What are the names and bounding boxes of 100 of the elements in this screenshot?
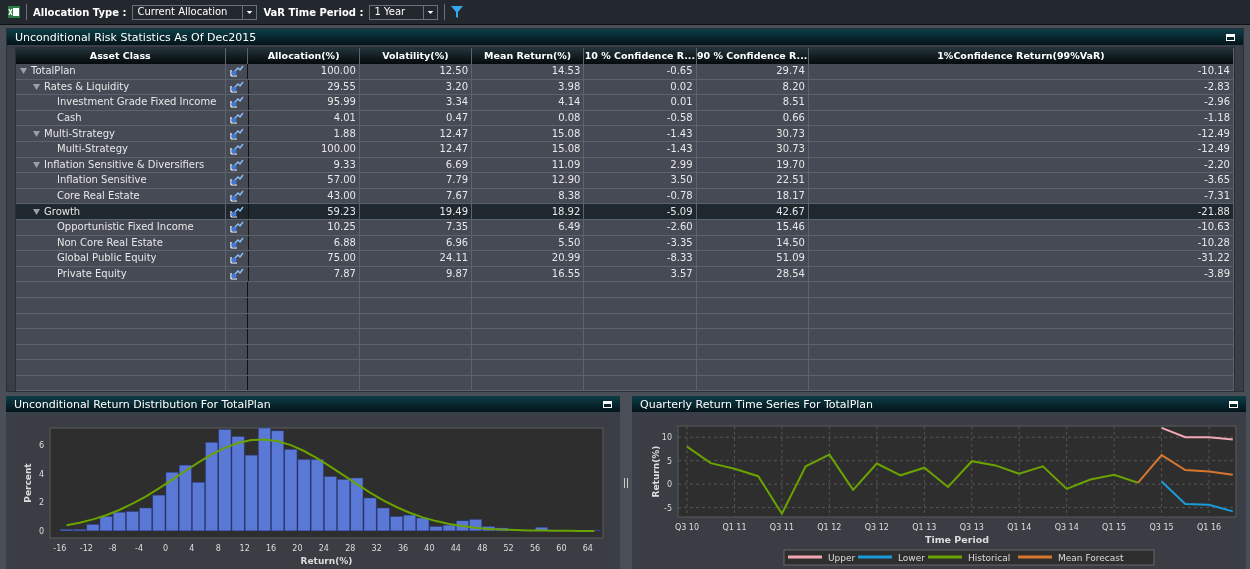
x-tick-label: 16 bbox=[265, 544, 277, 553]
asset-class-name: Core Real Estate bbox=[57, 191, 140, 202]
table-cell: -12.49 bbox=[1197, 128, 1230, 139]
table-cell: -2.96 bbox=[1204, 97, 1230, 108]
asset-class-name: Growth bbox=[44, 206, 81, 217]
legend-label: Historical bbox=[968, 553, 1011, 563]
y-axis-title: Return(%) bbox=[651, 445, 661, 498]
table-cell: 7.67 bbox=[445, 191, 469, 202]
x-tick-label: 0 bbox=[162, 544, 169, 553]
x-tick-label: 12 bbox=[239, 544, 250, 553]
table-cell: 8.20 bbox=[782, 81, 805, 92]
table-cell: 6.69 bbox=[445, 159, 469, 170]
table-cell: -2.83 bbox=[1204, 81, 1230, 92]
x-tick-label: 28 bbox=[345, 544, 356, 553]
allocation-type-label: Allocation Type : bbox=[33, 5, 127, 20]
asset-class-name: Multi-Strategy bbox=[57, 144, 128, 155]
table-cell: 3.34 bbox=[445, 97, 469, 108]
table-cell: -21.88 bbox=[1197, 206, 1230, 217]
table-cell: 0.02 bbox=[670, 81, 693, 92]
panel-title: Quarterly Return Time Series For TotalPlan bbox=[640, 398, 874, 410]
table-cell: 14.50 bbox=[776, 237, 805, 248]
table-cell: -10.28 bbox=[1197, 237, 1230, 248]
table-cell: 30.73 bbox=[776, 128, 805, 139]
x-tick-label: Q3 11 bbox=[769, 523, 794, 532]
asset-class-name: Private Equity bbox=[57, 269, 127, 279]
x-tick-label: 32 bbox=[371, 544, 382, 553]
table-cell: 6.96 bbox=[445, 237, 469, 248]
y-axis-title: Percent bbox=[23, 463, 33, 503]
table-cell: 7.35 bbox=[445, 222, 469, 233]
x-axis-title: Return(%) bbox=[300, 556, 353, 566]
table-cell: 9.87 bbox=[445, 269, 469, 279]
table-cell: 12.47 bbox=[439, 128, 469, 139]
table-cell: 100.00 bbox=[320, 144, 356, 155]
table-cell: 22.51 bbox=[776, 175, 805, 186]
x-tick-label: Q1 15 bbox=[1102, 523, 1127, 532]
table-cell: -1.18 bbox=[1204, 113, 1230, 124]
dropdown-value: Current Allocation bbox=[136, 7, 229, 17]
legend-item: Historical bbox=[928, 553, 1011, 563]
table-cell: -0.78 bbox=[666, 191, 693, 202]
table-cell: 12.90 bbox=[551, 175, 581, 186]
var-period-label: VaR Time Period : bbox=[263, 5, 364, 20]
x-tick-label: 48 bbox=[477, 544, 488, 553]
table-cell: 3.57 bbox=[670, 269, 693, 279]
table-cell: -1.43 bbox=[666, 128, 693, 139]
x-tick-label: Q3 10 bbox=[674, 523, 700, 532]
asset-class-name: Multi-Strategy bbox=[44, 128, 115, 139]
y-tick-label: 0 bbox=[666, 480, 672, 490]
x-tick-label: -16 bbox=[53, 544, 67, 553]
x-tick-label: -4 bbox=[135, 544, 144, 553]
table-cell: 28.54 bbox=[776, 269, 805, 279]
table-cell: 8.38 bbox=[558, 191, 581, 202]
asset-class-name: Investment Grade Fixed Income bbox=[57, 97, 217, 108]
table-cell: 15.08 bbox=[551, 128, 581, 139]
asset-class-name: Rates & Liquidity bbox=[44, 81, 130, 92]
table-cell: 19.49 bbox=[439, 206, 469, 217]
x-tick-label: 40 bbox=[424, 544, 435, 553]
x-tick-label: Q1 12 bbox=[817, 523, 842, 532]
table-cell: 8.51 bbox=[782, 97, 805, 108]
table-cell: 30.73 bbox=[776, 144, 805, 155]
x-tick-label: 24 bbox=[318, 544, 329, 553]
table-cell: 10.25 bbox=[327, 222, 356, 233]
x-tick-label: 8 bbox=[215, 544, 221, 553]
table-cell: 9.33 bbox=[333, 159, 356, 170]
table-cell: 0.01 bbox=[670, 97, 693, 108]
x-tick-label: -8 bbox=[108, 544, 117, 553]
legend-label: Lower bbox=[898, 553, 926, 563]
table-cell: 0.08 bbox=[558, 113, 581, 124]
table-cell: 1.88 bbox=[333, 128, 356, 139]
table-cell: 20.99 bbox=[551, 253, 581, 264]
dropdown-value: 1 Year bbox=[373, 7, 407, 17]
table-cell: 16.55 bbox=[551, 269, 581, 279]
x-tick-label: 4 bbox=[189, 544, 195, 553]
table-cell: -3.35 bbox=[666, 237, 693, 248]
legend-item: Mean Forecast bbox=[1018, 553, 1124, 563]
x-tick-label: Q3 15 bbox=[1149, 523, 1174, 532]
table-cell: 75.00 bbox=[327, 253, 356, 264]
table-cell: -3.89 bbox=[1204, 269, 1230, 279]
panel-title: Unconditional Risk Statistics As Of Dec2015 bbox=[15, 31, 257, 43]
table-cell: 15.08 bbox=[551, 144, 581, 155]
table-cell: 100.00 bbox=[320, 66, 356, 77]
table-cell: 11.09 bbox=[551, 159, 581, 170]
x-tick-label: Q1 13 bbox=[912, 523, 937, 532]
table-cell: 57.00 bbox=[327, 175, 356, 186]
table-cell: -2.60 bbox=[666, 222, 693, 233]
table-cell: 7.79 bbox=[445, 175, 469, 186]
table-cell: -3.65 bbox=[1204, 175, 1230, 186]
table-cell: 6.88 bbox=[333, 237, 356, 248]
x-tick-label: Q1 16 bbox=[1197, 523, 1222, 532]
y-tick-label: 2 bbox=[38, 498, 44, 508]
legend-item: Lower bbox=[858, 553, 925, 563]
table-cell: 2.99 bbox=[670, 159, 693, 170]
table-cell: 19.70 bbox=[776, 159, 805, 170]
table-cell: 7.87 bbox=[333, 269, 356, 279]
table-cell: -12.49 bbox=[1197, 144, 1230, 155]
x-tick-label: 36 bbox=[397, 544, 409, 553]
table-cell: -1.43 bbox=[666, 144, 693, 155]
table-cell: 18.17 bbox=[776, 191, 805, 202]
table-cell: -7.31 bbox=[1204, 191, 1230, 202]
y-tick-label: 4 bbox=[38, 469, 44, 479]
table-cell: 5.50 bbox=[558, 237, 581, 248]
